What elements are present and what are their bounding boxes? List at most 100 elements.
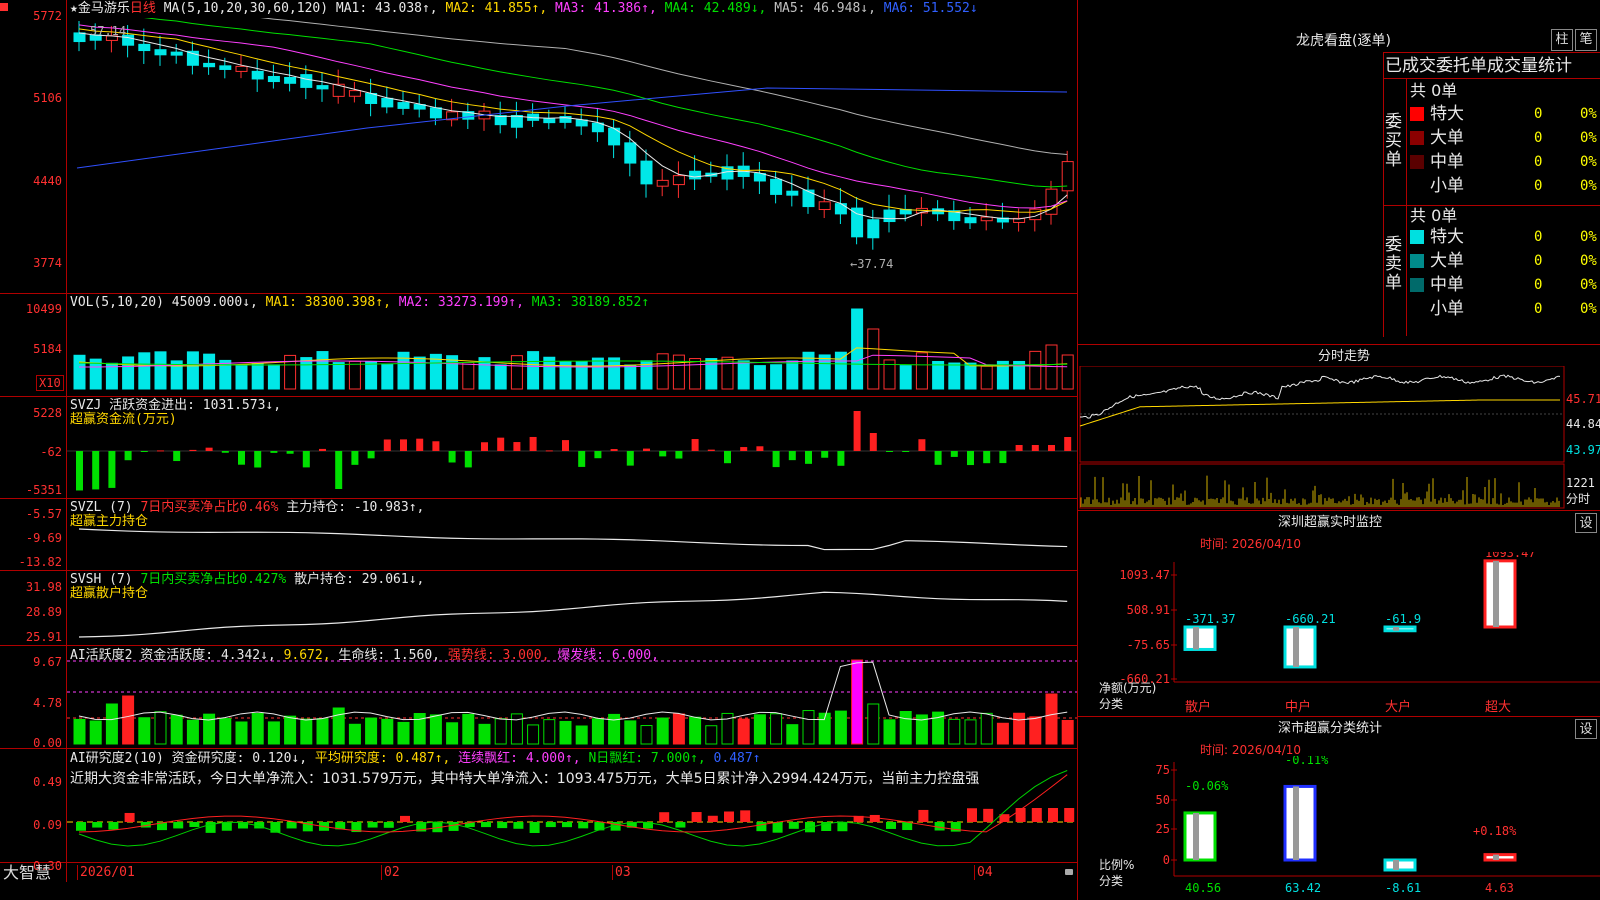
svzj-chart[interactable] <box>67 397 1077 498</box>
category-bar <box>1283 784 1317 862</box>
research-bar <box>756 822 767 832</box>
svzj-tick: -5351 <box>25 483 62 497</box>
research-bar <box>772 822 783 833</box>
buy-side-label: 委买单 <box>1385 112 1402 170</box>
activity-bar <box>170 714 183 745</box>
flow-bar <box>302 451 310 468</box>
ma-legend-item-2: MA2: 41.855↑, <box>445 1 556 16</box>
activity-bar <box>867 703 880 745</box>
category-label: 散户 <box>1185 699 1211 714</box>
volume-bar <box>834 351 847 390</box>
svzl-tick: -9.69 <box>25 531 62 545</box>
volume-bar <box>203 353 216 390</box>
ma-legend-item-5: MA5: 46.948↓, <box>774 1 884 16</box>
legend-swatch <box>1410 131 1424 145</box>
classify-time: 时间: 2026/04/10 <box>1200 743 1302 757</box>
value-label: 63.42 <box>1285 881 1321 895</box>
flow-bar <box>319 448 326 451</box>
volume-bar <box>365 361 378 390</box>
ai2-tick: 0.09 <box>33 818 62 832</box>
flow-bar <box>740 447 748 451</box>
activity-bar <box>365 717 378 745</box>
price-tick: 4440 <box>33 174 62 188</box>
research-bar <box>497 822 508 829</box>
svzl-chart[interactable] <box>67 499 1077 570</box>
svzl-tick: -5.57 <box>25 507 62 521</box>
buy-block: 委买单 共 0单 特大 0 0% 大单 0 0% 中单 0 0% 小单 0 0% <box>1384 79 1600 205</box>
activity-bar <box>899 711 912 745</box>
value-label: 1093.47 <box>1485 552 1536 560</box>
activity-bar <box>689 716 702 745</box>
classify-chart[interactable]: 755025040.56散户63.42中户-8.61大户4.63超大-0.06%… <box>1078 756 1600 900</box>
volume-bar <box>964 362 977 390</box>
research-bar <box>545 822 556 828</box>
candle <box>348 90 361 97</box>
activity-bar <box>1029 716 1042 745</box>
activity-bar <box>1061 719 1074 745</box>
flow-bar <box>1015 445 1023 451</box>
axis-tick: 1093.47 <box>1119 568 1170 582</box>
flow-bar <box>286 451 294 454</box>
research-bar <box>691 812 702 822</box>
volume-bar <box>689 358 702 390</box>
stock-name[interactable]: 金马游乐 <box>78 1 130 16</box>
candle <box>138 43 151 52</box>
svsh-chart[interactable] <box>67 571 1077 645</box>
volume-chart[interactable] <box>67 294 1077 396</box>
category-bar <box>1383 858 1417 872</box>
flow-bar <box>821 451 829 458</box>
volume-bar <box>656 353 669 390</box>
activity-bar <box>770 713 783 745</box>
candlestick-chart[interactable] <box>67 18 1077 293</box>
candle <box>235 65 248 72</box>
volume-bar <box>462 362 475 390</box>
svsh-tick: 31.98 <box>25 580 62 594</box>
activity-bar <box>802 710 815 745</box>
size-count: 0 <box>1534 301 1543 317</box>
flow-bar <box>950 451 958 457</box>
candle <box>284 76 297 84</box>
legend-swatch <box>1410 230 1424 244</box>
research-bar <box>707 815 718 822</box>
ma-legend-item-1: MA1: 43.038↑, <box>335 1 446 16</box>
research-bar <box>837 822 848 832</box>
intraday-title: 分时走势 <box>1318 349 1371 364</box>
ma-legend-item-4: MA4: 42.489↓, <box>664 1 775 16</box>
candle <box>640 160 653 185</box>
size-percent: 0% <box>1580 130 1597 146</box>
size-percent: 0% <box>1580 277 1597 293</box>
lock-icon[interactable] <box>1065 869 1073 875</box>
research-bar <box>659 812 670 822</box>
period-label[interactable]: 日线 <box>130 1 156 16</box>
intraday-chart[interactable] <box>1078 366 1600 509</box>
divider <box>1078 344 1600 345</box>
intraday-vol-tick: 1221 <box>1566 476 1595 490</box>
candle <box>316 85 329 90</box>
ai2-chart[interactable] <box>67 749 1077 862</box>
volume-bar <box>284 354 297 390</box>
activity-bar <box>267 721 280 745</box>
bar-mode-button[interactable]: 柱 <box>1551 29 1573 51</box>
ai1-tick: 0.00 <box>33 736 62 750</box>
sell-block: 委卖单 共 0单 特大 0 0% 大单 0 0% 中单 0 0% 小单 0 0% <box>1384 206 1600 336</box>
flow-bar <box>270 451 278 453</box>
research-bar <box>740 810 751 822</box>
ai1-chart[interactable] <box>67 646 1077 748</box>
tick-mode-button[interactable]: 笔 <box>1575 29 1597 51</box>
activity-bar <box>284 715 297 745</box>
classify-settings-button[interactable]: 设 <box>1575 719 1597 739</box>
volume-bar <box>494 364 507 390</box>
intraday-vol-frame <box>1079 463 1565 509</box>
activity-bar <box>154 711 167 745</box>
svzl-tick: -13.82 <box>18 555 62 569</box>
size-percent: 0% <box>1580 253 1597 269</box>
activity-bar <box>494 718 507 745</box>
sell-total: 共 0单 <box>1410 206 1458 225</box>
vol-unit-badge: X10 <box>36 375 64 391</box>
candle <box>575 119 588 127</box>
axis-tick: -75.65 <box>1127 638 1170 652</box>
flow-bar <box>886 451 893 452</box>
change-label: -0.06% <box>1185 779 1229 793</box>
monitor-settings-button[interactable]: 设 <box>1575 513 1597 533</box>
activity-bar <box>624 720 637 745</box>
